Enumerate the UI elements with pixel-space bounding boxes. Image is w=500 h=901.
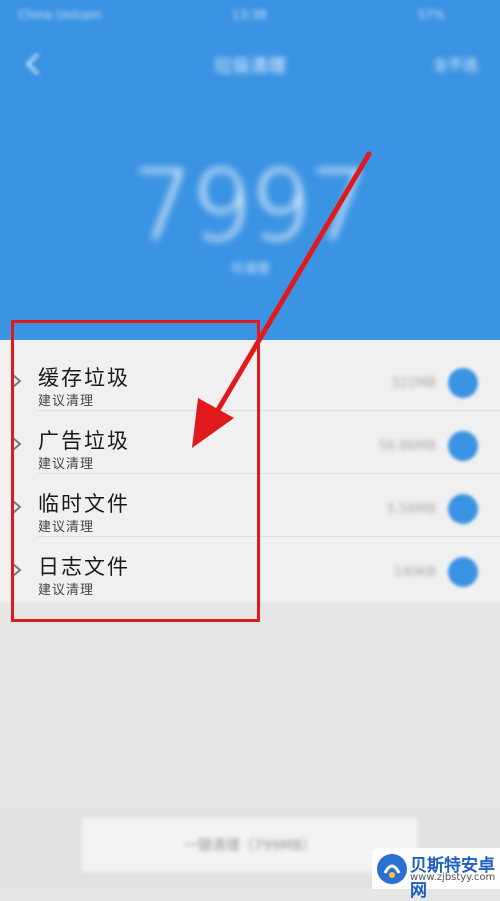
- item-checkbox[interactable]: [448, 494, 478, 524]
- item-checkbox[interactable]: [448, 557, 478, 587]
- one-click-clean-button[interactable]: 一键清理（799MB）: [82, 818, 418, 872]
- item-size: 5.56MB: [386, 502, 436, 517]
- watermark-url: www.zjbstyy.com: [410, 872, 496, 883]
- clock-text: 13:38: [232, 8, 267, 22]
- battery-text: 57%: [418, 8, 445, 22]
- watermark-logo-icon: [377, 854, 407, 884]
- page-title: 垃圾清理: [214, 56, 286, 77]
- item-size: 140KB: [393, 565, 436, 580]
- carrier-text: China Unicom: [18, 8, 102, 22]
- total-junk-number: 7997: [131, 150, 370, 262]
- status-bar: China Unicom 13:38 57%: [0, 0, 500, 34]
- header: China Unicom 13:38 57% 垃圾清理 全不选 7997 可清理: [0, 0, 500, 340]
- item-size: 322MB: [391, 376, 436, 391]
- site-watermark: 贝斯特安卓网 www.zjbstyy.com: [372, 848, 500, 901]
- item-size: 56.86MB: [378, 439, 436, 454]
- item-checkbox[interactable]: [448, 431, 478, 461]
- total-junk-unit: 可清理: [230, 262, 270, 277]
- item-checkbox[interactable]: [448, 368, 478, 398]
- annotation-highlight-box: [11, 320, 260, 622]
- deselect-all-button[interactable]: 全不选: [433, 54, 478, 75]
